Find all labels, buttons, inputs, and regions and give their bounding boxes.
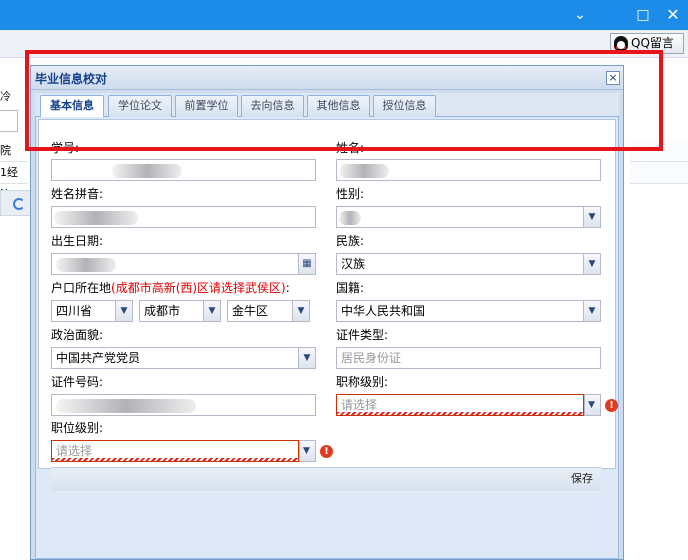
redacted-value (112, 164, 182, 178)
tab-thesis[interactable]: 学位论文 (108, 95, 172, 117)
redacted-value (56, 258, 116, 272)
name-pinyin-field[interactable] (51, 206, 316, 228)
position-level-trigger[interactable]: ▼ (299, 440, 316, 462)
id-type-label: 证件类型: (336, 328, 389, 342)
dialog-title: 毕业信息校对 (35, 72, 108, 86)
error-icon: ! (320, 445, 333, 458)
redacted-value (339, 164, 389, 178)
chevron-down-icon[interactable]: ▼ (292, 301, 309, 321)
app-toolbar (0, 30, 688, 58)
hukou-hint: (成都市高新(西)区请选择武侯区) (111, 281, 286, 295)
qq-message-label: QQ留言 (631, 36, 674, 50)
redacted-value (54, 211, 138, 225)
redacted-value (339, 211, 361, 225)
chevron-down-icon[interactable]: ▼ (298, 348, 315, 368)
id-type-field[interactable]: 居民身份证 (336, 347, 601, 369)
title-level-trigger[interactable]: ▼ (584, 394, 601, 416)
close-window-icon[interactable]: ✕ (662, 5, 684, 25)
birth-date-label: 出生日期: (51, 234, 104, 248)
background-row: 1经济 (0, 162, 28, 201)
province-select[interactable]: 四川省 ▼ (51, 300, 133, 322)
chevron-down-icon[interactable]: ▼ (585, 395, 600, 415)
ethnicity-value: 汉族 (341, 257, 366, 271)
hukou-label: 户口所在地(成都市高新(西)区请选择武侯区): (51, 279, 290, 296)
district-value: 金牛区 (232, 304, 269, 318)
tab-degree-award[interactable]: 授位信息 (373, 95, 436, 117)
nationality-label: 国籍: (336, 281, 365, 295)
tab-prior-degree[interactable]: 前置学位 (175, 95, 238, 117)
chevron-down-icon[interactable]: ▼ (583, 254, 600, 274)
id-type-value: 居民身份证 (341, 351, 402, 365)
nationality-select[interactable]: 中华人民共和国 ▼ (336, 300, 601, 322)
province-value: 四川省 (56, 304, 93, 318)
position-level-placeholder: 请选择 (56, 444, 93, 458)
form-footer (51, 467, 601, 491)
minimize-icon[interactable]: ⌄ (569, 5, 591, 25)
name-label: 姓名: (336, 141, 365, 155)
city-value: 成都市 (144, 304, 181, 318)
political-status-select[interactable]: 中国共产党党员 ▼ (51, 347, 316, 369)
student-no-label: 学号: (51, 141, 80, 155)
nationality-value: 中华人民共和国 (341, 304, 426, 318)
background-toolbar (0, 190, 34, 216)
background-row: 院 (0, 140, 28, 162)
name-pinyin-label: 姓名拼音: (51, 187, 104, 201)
tab-other-info[interactable]: 其他信息 (307, 95, 370, 117)
chevron-down-icon[interactable]: ▼ (115, 301, 132, 321)
window-titlebar: ⌄ □ ✕ (0, 0, 688, 30)
ethnicity-select[interactable]: 汉族 ▼ (336, 253, 601, 275)
position-level-label: 职位级别: (51, 421, 104, 435)
background-text: 冷 (0, 90, 11, 103)
calendar-icon[interactable]: ▦ (298, 254, 315, 274)
tab-destination[interactable]: 去向信息 (241, 95, 304, 117)
save-button[interactable]: 保存 (567, 470, 597, 488)
title-level-placeholder: 请选择 (341, 398, 378, 412)
refresh-icon (13, 198, 25, 210)
hukou-label-text: 户口所在地 (51, 281, 112, 295)
qq-message-button[interactable]: QQ留言 (610, 33, 684, 54)
chevron-down-icon[interactable]: ▼ (203, 301, 220, 321)
chevron-down-icon[interactable]: ▼ (583, 207, 600, 227)
political-status-value: 中国共产党党员 (56, 351, 141, 365)
basic-info-panel (35, 117, 619, 559)
graduation-info-dialog: 毕业信息校对 × 基本信息 学位论文 前置学位 去向信息 其他信息 授位信息 学… (30, 65, 624, 560)
id-number-field[interactable] (51, 394, 316, 416)
name-field[interactable] (336, 159, 601, 181)
tab-strip: 基本信息 学位论文 前置学位 去向信息 其他信息 授位信息 (35, 93, 619, 118)
chevron-down-icon[interactable]: ▼ (300, 441, 315, 461)
dialog-close-icon[interactable]: × (606, 71, 620, 85)
political-status-label: 政治面貌: (51, 328, 104, 342)
gender-label: 性别: (336, 187, 365, 201)
background-input (0, 110, 18, 132)
city-select[interactable]: 成都市 ▼ (139, 300, 221, 322)
id-number-label: 证件号码: (51, 375, 104, 389)
district-select[interactable]: 金牛区 ▼ (227, 300, 310, 322)
birth-date-field[interactable]: ▦ (51, 253, 316, 275)
title-level-label: 职称级别: (336, 375, 389, 389)
position-level-select[interactable]: 请选择 (51, 440, 299, 462)
title-level-select[interactable]: 请选择 (336, 394, 584, 416)
gender-select[interactable]: ▼ (336, 206, 601, 228)
hukou-colon: : (285, 281, 290, 295)
maximize-icon[interactable]: □ (632, 5, 654, 25)
tab-basic-info[interactable]: 基本信息 (40, 95, 104, 118)
background-row (630, 162, 688, 184)
error-icon: ! (605, 399, 618, 412)
student-no-field[interactable] (51, 159, 316, 181)
redacted-value (56, 399, 196, 413)
background-row (630, 140, 688, 162)
chevron-down-icon[interactable]: ▼ (583, 301, 600, 321)
ethnicity-label: 民族: (336, 234, 365, 248)
qq-penguin-icon (614, 36, 628, 51)
dialog-header: 毕业信息校对 × (31, 66, 623, 90)
